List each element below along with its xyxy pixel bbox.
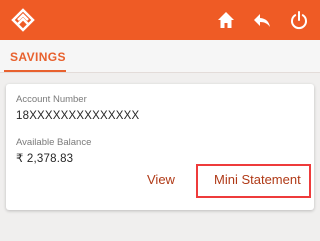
back-arrow-icon[interactable] [252,10,272,30]
screen: SAVINGS Account Number 18XXXXXXXXXXXXXX … [0,0,320,241]
tab-savings[interactable]: SAVINGS [0,40,76,72]
active-tab-indicator [4,70,66,72]
bank-logo-icon [11,8,35,32]
account-number-value: 18XXXXXXXXXXXXXX [16,110,140,122]
available-balance-value: ₹ 2,378.83 [16,153,74,165]
home-icon[interactable] [216,10,236,30]
app-bar [0,0,320,40]
view-button[interactable]: View [147,172,175,187]
account-number-label: Account Number [16,94,87,105]
mini-statement-highlight [196,164,311,198]
power-icon[interactable] [289,10,309,30]
tab-bar: SAVINGS [0,40,320,73]
available-balance-label: Available Balance [16,137,92,148]
